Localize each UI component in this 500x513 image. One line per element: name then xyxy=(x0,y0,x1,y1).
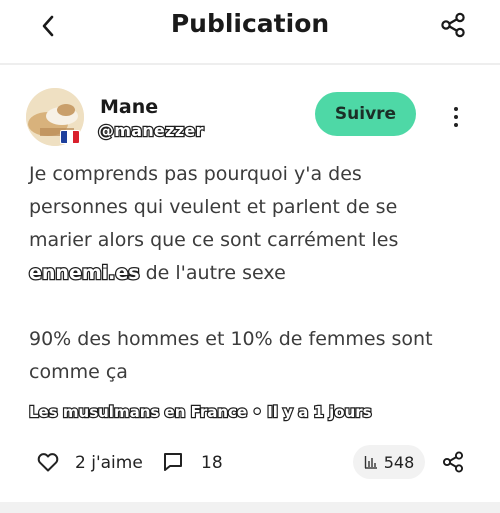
meta-separator: • xyxy=(247,402,268,422)
author-handle[interactable]: @manezzer xyxy=(97,120,205,142)
comment-icon xyxy=(164,453,182,471)
community-link[interactable]: Les musulmans en France xyxy=(28,402,249,422)
french-flag-icon xyxy=(60,130,80,144)
header-divider xyxy=(0,63,500,65)
post-blank-line xyxy=(29,290,479,323)
follow-button[interactable]: Suivre xyxy=(315,92,416,136)
post-line: personnes qui veulent et parlent de se xyxy=(29,196,398,218)
sticker-word: ennemi.es xyxy=(28,261,141,286)
author-name[interactable]: Mane xyxy=(100,96,158,118)
post-meta: Les musulmans en France • Il y a 1 jours xyxy=(28,402,373,422)
views-count: 548 xyxy=(383,452,415,472)
post-text: Je comprends pas pourquoi y'a des person… xyxy=(28,158,479,389)
share-icon xyxy=(442,451,464,473)
share-button[interactable] xyxy=(439,11,467,39)
like-button[interactable] xyxy=(36,450,60,474)
views-pill[interactable]: 548 xyxy=(353,445,425,479)
heart-icon xyxy=(37,453,59,472)
page-title: Publication xyxy=(170,9,330,38)
share-post-button[interactable] xyxy=(441,450,465,474)
post-line: comme ça xyxy=(29,361,128,383)
comment-count[interactable]: 18 xyxy=(201,453,223,473)
more-options-button[interactable] xyxy=(446,104,466,130)
comment-button[interactable] xyxy=(162,451,184,473)
post-line: Je comprends pas pourquoi y'a des xyxy=(29,163,362,185)
post-line: 90% des hommes et 10% de femmes sont xyxy=(29,328,433,350)
action-bar: 2 j'aime 18 548 xyxy=(0,445,500,481)
bar-chart-icon xyxy=(364,456,377,469)
top-bar: Publication xyxy=(0,0,500,52)
post-line: marier alors que ce sont carrément les xyxy=(29,229,399,251)
post-line: ennemi.es de l'autre sexe xyxy=(28,257,479,290)
like-count[interactable]: 2 j'aime xyxy=(75,453,143,473)
post-line-rest: de l'autre sexe xyxy=(139,262,286,284)
post-time: Il y a 1 jours xyxy=(266,402,373,422)
share-icon xyxy=(441,12,465,38)
more-vertical-icon xyxy=(454,107,458,111)
section-divider xyxy=(0,502,500,513)
